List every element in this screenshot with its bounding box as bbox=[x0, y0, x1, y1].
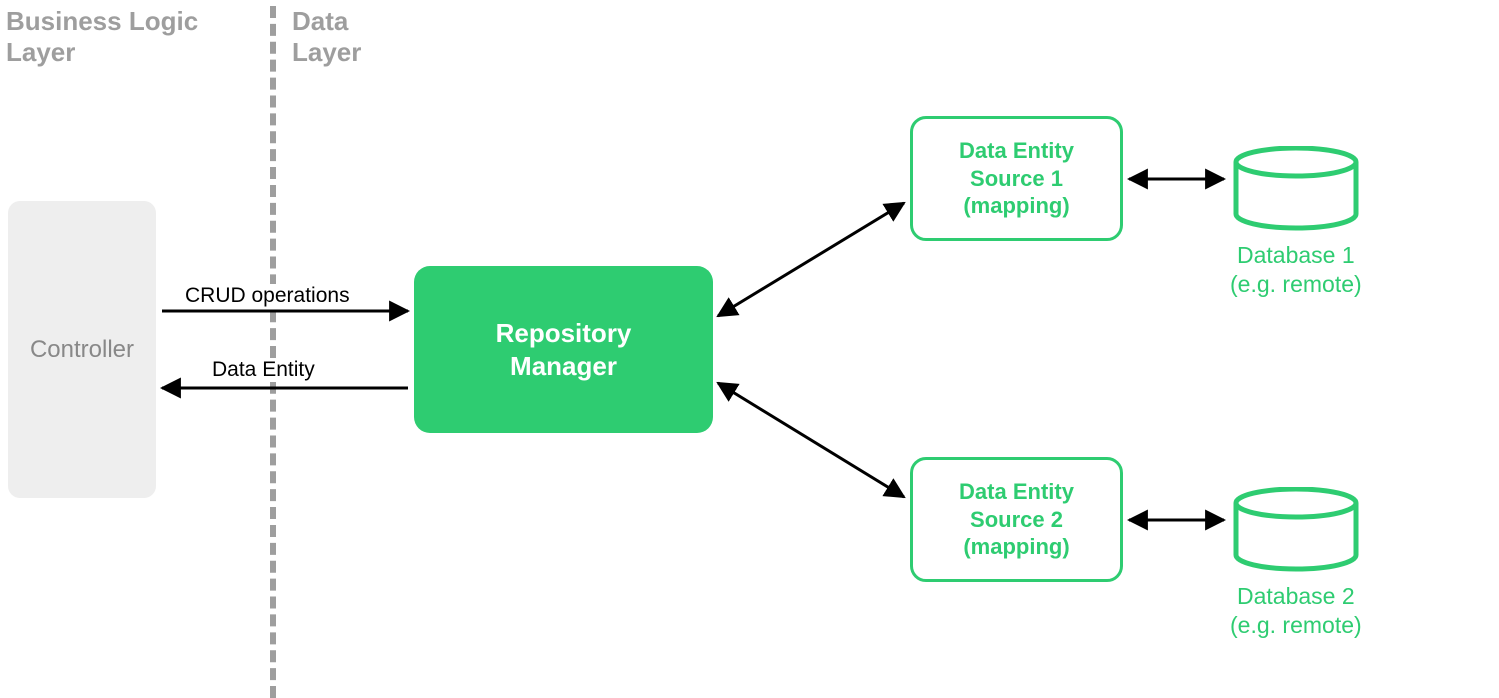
database-2-label: Database 2(e.g. remote) bbox=[1230, 582, 1362, 640]
business-logic-layer-label: Business LogicLayer bbox=[6, 6, 198, 68]
database-icon bbox=[1231, 146, 1361, 231]
repository-manager-node: RepositoryManager bbox=[414, 266, 713, 433]
database-1: Database 1(e.g. remote) bbox=[1230, 146, 1362, 299]
data-layer-label: DataLayer bbox=[292, 6, 361, 68]
database-icon bbox=[1231, 487, 1361, 572]
crud-operations-label: CRUD operations bbox=[183, 284, 352, 308]
database-2: Database 2(e.g. remote) bbox=[1230, 487, 1362, 640]
data-entity-source-2-node: Data EntitySource 2(mapping) bbox=[910, 457, 1123, 582]
data-entity-label: Data Entity bbox=[210, 358, 317, 382]
controller-node: Controller bbox=[8, 201, 156, 498]
database-1-label: Database 1(e.g. remote) bbox=[1230, 241, 1362, 299]
layer-divider bbox=[270, 6, 276, 698]
data-entity-source-1-node: Data EntitySource 1(mapping) bbox=[910, 116, 1123, 241]
